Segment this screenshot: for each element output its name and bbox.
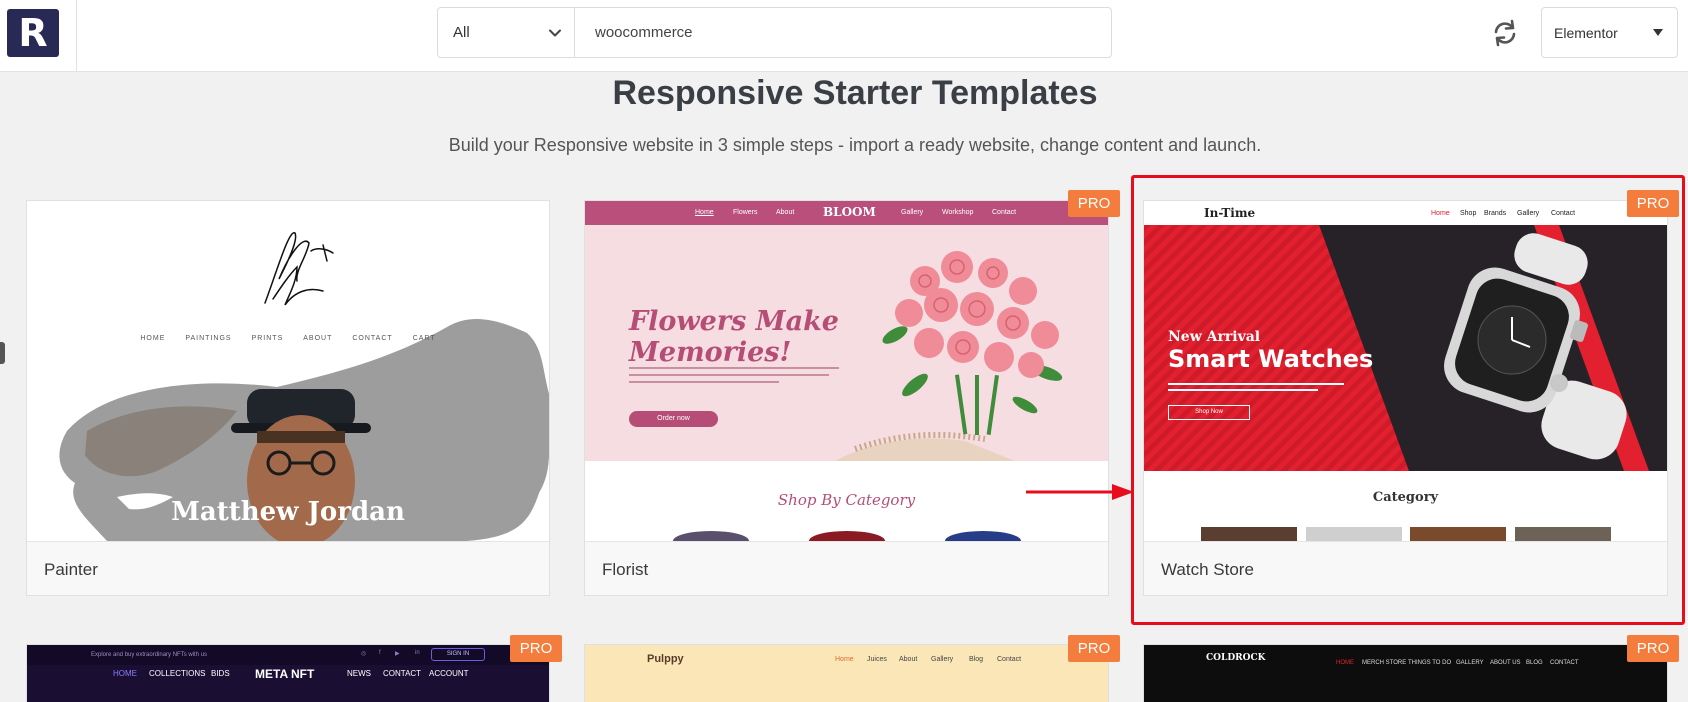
pro-badge: PRO — [1068, 190, 1120, 217]
page-title: Responsive Starter Templates — [612, 74, 1098, 112]
search-bar: All — [437, 7, 1112, 58]
template-card-footer: Painter — [27, 541, 549, 595]
template-card-florist[interactable]: Home Flowers About BLOOM Gallery Worksho… — [584, 200, 1109, 596]
preview-hero: Flowers Make Memories! Order now — [585, 225, 1108, 461]
side-drawer-handle[interactable] — [0, 342, 5, 364]
template-card-painter[interactable]: HOME PAINTINGS PRINTS ABOUT CONTACT CART Matt… — [26, 200, 550, 596]
caret-down-icon — [1653, 29, 1663, 36]
category-select-label: All — [453, 24, 470, 41]
pro-badge: PRO — [510, 635, 562, 662]
preview-hero-name: Matthew Jordan — [171, 497, 405, 527]
preview-nav: Home Flowers About BLOOM Gallery Worksho… — [585, 201, 1108, 225]
template-card-footer: Florist — [585, 541, 1108, 595]
page-builder-select[interactable]: Elementor — [1541, 7, 1678, 58]
chevron-down-icon — [549, 29, 561, 37]
category-select[interactable]: All — [438, 8, 575, 57]
sync-icon[interactable] — [1490, 18, 1520, 48]
page-subtitle: Build your Responsive website in 3 simpl… — [448, 135, 1262, 155]
preview-order-button: Order now — [629, 411, 718, 427]
template-name: Painter — [44, 560, 98, 579]
preview-headline: Flowers Make Memories! — [629, 306, 839, 368]
pro-badge: PRO — [1627, 635, 1679, 662]
pro-badge: PRO — [1068, 635, 1120, 662]
category-circles — [673, 531, 1021, 541]
highlight-box — [1131, 175, 1685, 625]
template-preview: HOME PAINTINGS PRINTS ABOUT CONTACT CART Matt… — [27, 201, 549, 541]
template-card-meta-nft[interactable]: Explore and buy extraordinary NFTs with … — [26, 644, 550, 702]
annotation-arrow — [1026, 484, 1134, 500]
template-name: Florist — [602, 560, 649, 579]
painter-artwork — [59, 232, 549, 541]
preview-topbar: Explore and buy extraordinary NFTs with … — [27, 645, 549, 665]
responsive-logo[interactable]: R — [7, 9, 59, 57]
preview-nav: HOME PAINTINGS PRINTS ABOUT CONTACT CART — [140, 335, 436, 342]
search-input[interactable] — [575, 8, 1111, 57]
template-card-coldrock[interactable]: COLDROCK HOME MERCH STORE THINGS TO DO G… — [1143, 644, 1668, 702]
logo-cell: R — [0, 0, 77, 72]
top-bar: R All Elementor — [0, 0, 1688, 72]
page-builder-label: Elementor — [1554, 25, 1618, 41]
template-card-pulppy[interactable]: Pulppy Home Juices About Gallery Blog Co… — [584, 644, 1109, 702]
